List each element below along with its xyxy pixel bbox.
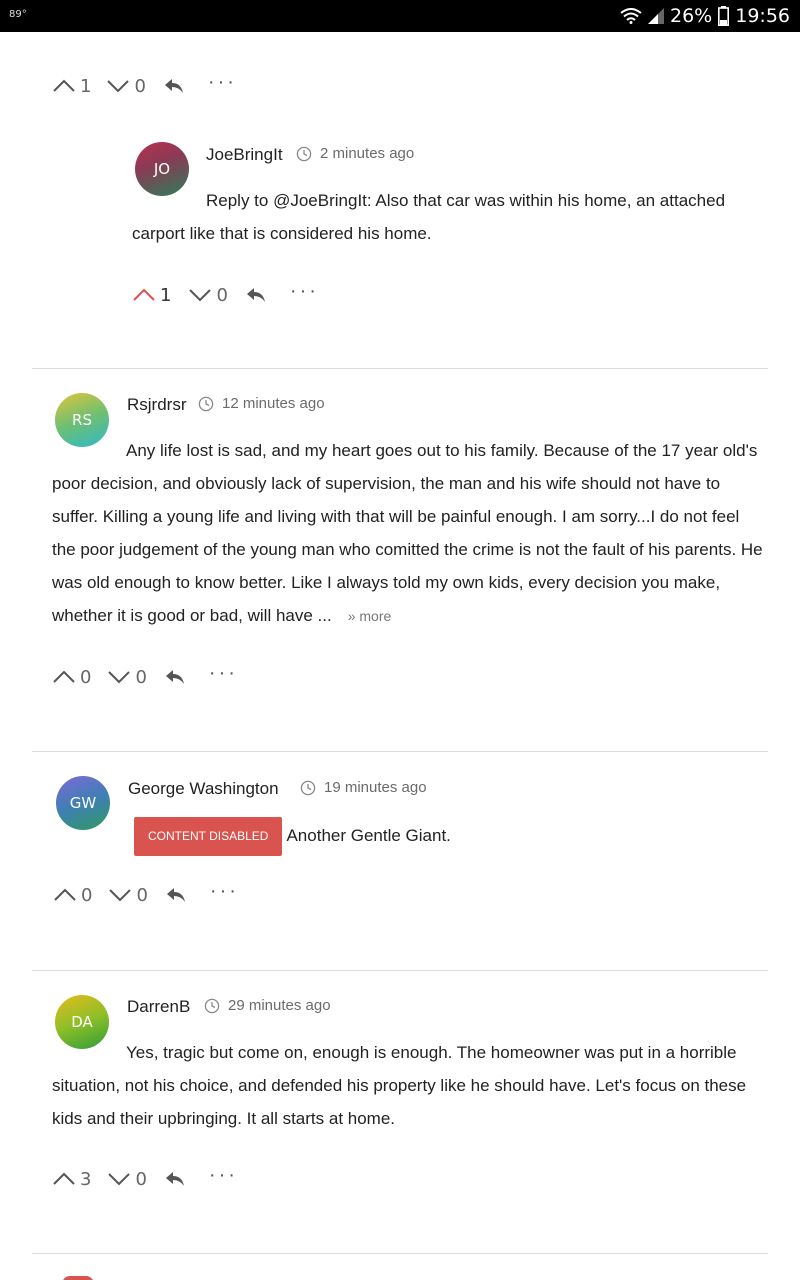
temperature: 89° (9, 9, 27, 20)
chevron-up-icon (133, 288, 155, 301)
reply-button[interactable] (164, 78, 184, 94)
more-dots-icon: ··· (209, 880, 239, 902)
more-options-button[interactable]: ··· (209, 663, 238, 683)
comment-username[interactable]: DarrenB (127, 997, 190, 1017)
timestamp-text: 19 minutes ago (324, 779, 427, 796)
more-options-button[interactable]: ··· (208, 72, 237, 92)
comment-divider (32, 368, 768, 369)
comment-actions: 1 0 ··· (52, 71, 237, 101)
chevron-up-icon (53, 79, 75, 92)
upvote-count: 0 (80, 666, 92, 688)
comment-timestamp: 2 minutes ago (296, 145, 414, 162)
comment-text: CONTENT DISABLED Another Gentle Giant. (134, 817, 754, 856)
chevron-down-icon (107, 80, 130, 93)
timestamp-text: 29 minutes ago (228, 997, 331, 1014)
status-bar: 89° 26% 19:56 (0, 0, 800, 32)
signal-icon (648, 8, 664, 24)
comment-timestamp: 19 minutes ago (300, 779, 427, 796)
chevron-down-icon (108, 1173, 131, 1186)
reply-icon (165, 670, 184, 684)
chevron-down-icon (189, 289, 212, 302)
reply-button[interactable] (166, 887, 186, 903)
chevron-down-icon (108, 671, 131, 684)
content-disabled-badge: CONTENT DISABLED (134, 817, 283, 856)
clock-icon (204, 998, 220, 1013)
comment-divider (32, 970, 768, 971)
comment-actions: 3 0 ··· (52, 1164, 238, 1194)
clock-time: 19:56 (735, 5, 790, 27)
upvote-button[interactable]: 0 (53, 885, 92, 906)
more-options-button[interactable]: ··· (209, 1165, 238, 1185)
upvote-button[interactable]: 1 (52, 76, 91, 97)
reply-button[interactable] (165, 1171, 185, 1187)
reply-icon (164, 79, 183, 93)
comment-text: Any life lost is sad, and my heart goes … (52, 434, 764, 633)
downvote-button[interactable]: 0 (107, 1168, 147, 1190)
reply-button[interactable] (246, 287, 266, 303)
comment-username[interactable]: Rsjrdrsr (127, 395, 187, 415)
battery-icon (718, 6, 730, 26)
more-options-button[interactable]: ··· (290, 281, 319, 301)
downvote-button[interactable]: 0 (188, 284, 228, 306)
clock-icon (300, 780, 316, 795)
comment-username[interactable]: George Washington (128, 779, 279, 799)
upvote-count: 1 (160, 284, 172, 306)
downvote-count: 0 (135, 1168, 147, 1190)
upvote-button[interactable]: 3 (52, 1169, 91, 1190)
comment-timestamp: 12 minutes ago (198, 395, 325, 412)
chevron-up-icon (54, 888, 76, 901)
timestamp-text: 2 minutes ago (320, 145, 415, 162)
downvote-count: 0 (135, 666, 147, 688)
upvote-count: 0 (81, 884, 93, 906)
clock-icon (296, 146, 312, 161)
avatar[interactable] (62, 1276, 94, 1280)
comment-text: Reply to @JoeBringIt: Also that car was … (132, 191, 726, 243)
comment-timestamp: 29 minutes ago (204, 997, 331, 1014)
more-dots-icon: ··· (207, 71, 237, 93)
avatar[interactable]: GW (56, 776, 110, 830)
reply-icon (246, 288, 265, 302)
comment-divider (32, 751, 768, 752)
upvote-button[interactable]: 1 (132, 285, 171, 306)
chevron-up-icon (53, 1172, 75, 1185)
comment-text-content: Any life lost is sad, and my heart goes … (52, 441, 763, 625)
battery-percent: 26% (670, 5, 713, 27)
timestamp-text: 12 minutes ago (222, 395, 325, 412)
reply-icon (166, 888, 185, 902)
comment-username[interactable]: JoeBringIt (206, 145, 283, 165)
wifi-icon (620, 8, 642, 24)
comment-actions: 0 0 ··· (53, 880, 239, 910)
comment-actions: 1 0 ··· (132, 280, 319, 310)
upvote-button[interactable]: 0 (52, 667, 91, 688)
more-dots-icon: ··· (208, 1164, 238, 1186)
downvote-count: 0 (136, 884, 148, 906)
more-options-button[interactable]: ··· (210, 881, 239, 901)
reply-icon (165, 1172, 184, 1186)
show-more-link[interactable]: » more (348, 608, 392, 624)
downvote-count: 0 (216, 284, 228, 306)
downvote-button[interactable]: 0 (106, 75, 146, 97)
clock-icon (198, 396, 214, 411)
comment-divider (32, 1253, 768, 1254)
comment-text-content: Another Gentle Giant. (286, 825, 451, 845)
upvote-count: 1 (80, 75, 92, 97)
upvote-count: 3 (80, 1168, 92, 1190)
chevron-down-icon (109, 889, 132, 902)
downvote-button[interactable]: 0 (107, 666, 147, 688)
downvote-count: 0 (134, 75, 146, 97)
comment-actions: 0 0 ··· (52, 662, 238, 692)
comment-text: Yes, tragic but come on, enough is enoug… (52, 1043, 747, 1128)
reply-button[interactable] (165, 669, 185, 685)
chevron-up-icon (53, 670, 75, 683)
more-dots-icon: ··· (289, 280, 319, 302)
more-dots-icon: ··· (208, 662, 238, 684)
downvote-button[interactable]: 0 (108, 884, 148, 906)
